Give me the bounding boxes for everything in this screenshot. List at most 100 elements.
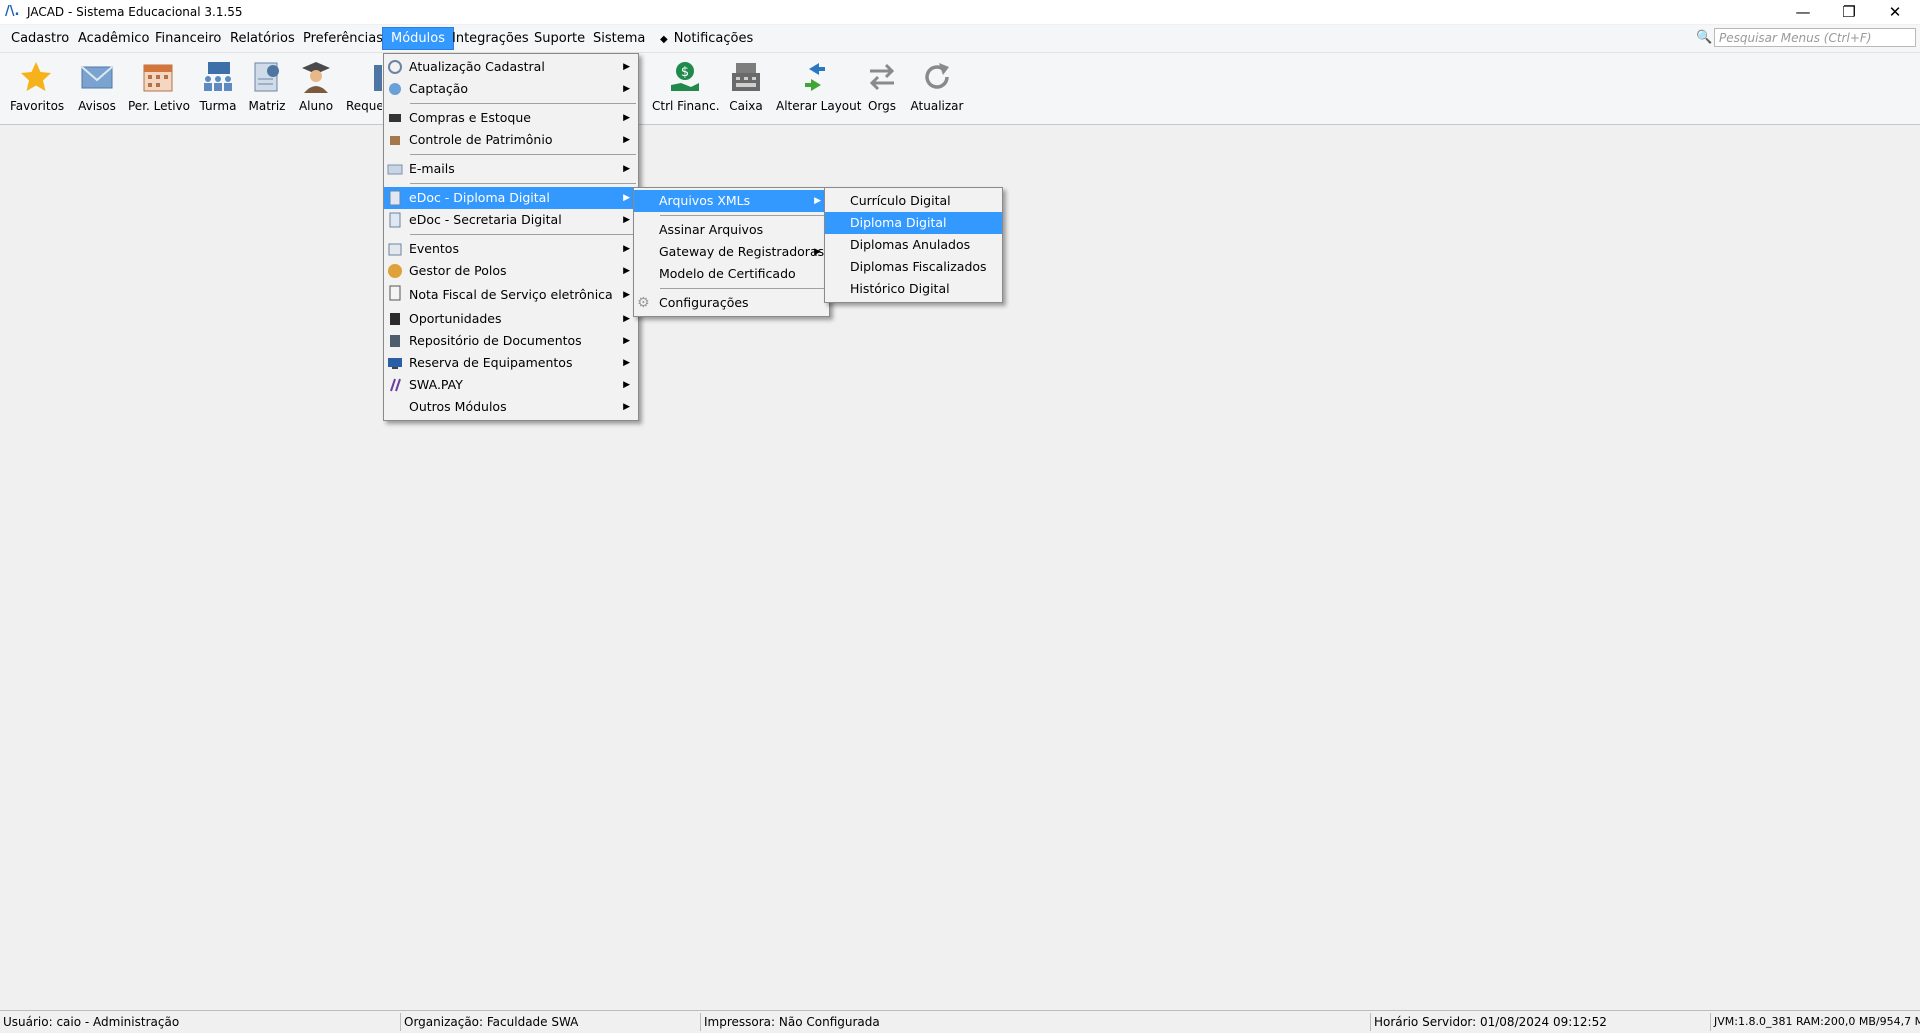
toolbar: Favoritos Avisos Per. Letivo Turma Matri… [0, 53, 1920, 125]
menu-separator [410, 154, 636, 155]
request-icon [374, 65, 382, 91]
menu-label: Diplomas Anulados [850, 237, 971, 252]
menu-compras-estoque[interactable]: Compras e Estoque ▶ [384, 107, 638, 129]
refresh-user-icon [388, 60, 402, 74]
menu-curriculo-digital[interactable]: Currículo Digital [825, 190, 1002, 212]
menu-arquivos-xmls[interactable]: Arquivos XMLs ▶ [634, 190, 829, 212]
gear-icon: ⚙ [637, 295, 650, 311]
menu-gestor-polos[interactable]: Gestor de Polos ▶ [384, 260, 638, 282]
submenu-arrow-icon: ▶ [623, 358, 630, 368]
menu-diplomas-fiscalizados[interactable]: Diplomas Fiscalizados [825, 256, 1002, 278]
menu-assinar-arquivos[interactable]: Assinar Arquivos [634, 219, 829, 241]
menu-edoc-secretaria-digital[interactable]: eDoc - Secretaria Digital ▶ [384, 209, 638, 231]
menu-atualizacao-cadastral[interactable]: Atualização Cadastral ▶ [384, 56, 638, 78]
menu-separator [660, 288, 827, 289]
menu-edoc-diploma-digital[interactable]: eDoc - Diploma Digital ▶ [384, 187, 638, 209]
ctrl-financ-button[interactable]: $ Ctrl Financ. [652, 59, 720, 121]
submenu-arrow-icon: ▶ [623, 314, 630, 324]
menu-swa-pay[interactable]: SWA.PAY ▶ [384, 374, 638, 396]
atualizar-button[interactable]: Atualizar [910, 59, 964, 121]
diploma-digital-submenu: Arquivos XMLs ▶ Assinar Arquivos Gateway … [633, 187, 830, 317]
status-bar: Usuário: caio - Administração Organizaçã… [0, 1010, 1920, 1033]
menu-preferencias[interactable]: Preferências [295, 28, 391, 49]
classroom-icon [204, 62, 232, 91]
swap-arrows-icon [805, 63, 825, 91]
submenu-arrow-icon: ▶ [623, 290, 630, 300]
menu-separator [410, 183, 636, 184]
bell-icon: ◆ [660, 34, 668, 45]
menu-financeiro[interactable]: Financeiro [147, 28, 229, 49]
menu-captacao[interactable]: Captação ▶ [384, 78, 638, 100]
requerimento-button[interactable]: Reque [346, 59, 382, 121]
menu-gateway-registradoras[interactable]: Gateway de Registradoras ▶ [634, 241, 829, 263]
menu-label: Modelo de Certificado [659, 266, 796, 281]
magnet-icon [389, 83, 401, 95]
menu-emails[interactable]: E-mails ▶ [384, 158, 638, 180]
menu-sistema[interactable]: Sistema [585, 28, 653, 49]
menu-suporte[interactable]: Suporte [526, 28, 593, 49]
menu-label: Compras e Estoque [409, 110, 531, 125]
menu-label: E-mails [409, 161, 455, 176]
maximize-button[interactable]: ❐ [1826, 0, 1872, 24]
student-icon [302, 62, 330, 93]
menu-diploma-digital[interactable]: Diploma Digital [825, 212, 1002, 234]
menu-label: Nota Fiscal de Serviço eletrônica [409, 287, 613, 302]
minimize-button[interactable]: — [1780, 0, 1826, 24]
menu-eventos[interactable]: Eventos ▶ [384, 238, 638, 260]
favoritos-label: Favoritos [10, 99, 65, 113]
per-letivo-button[interactable]: Per. Letivo [128, 59, 190, 121]
menu-reserva-equipamentos[interactable]: Reserva de Equipamentos ▶ [384, 352, 638, 374]
menu-label: Controle de Patrimônio [409, 132, 553, 147]
menu-label: Outros Módulos [409, 399, 507, 414]
menu-relatorios[interactable]: Relatórios [222, 28, 303, 49]
menu-outros-modulos[interactable]: Outros Módulos ▶ [384, 396, 638, 418]
refresh-icon [925, 63, 949, 89]
favoritos-button[interactable]: Favoritos [10, 59, 65, 121]
menu-modelo-certificado[interactable]: Modelo de Certificado [634, 263, 829, 285]
submenu-arrow-icon: ▶ [623, 244, 630, 254]
status-organizacao: Organização: Faculdade SWA [400, 1013, 701, 1031]
title-bar: /\. JACAD - Sistema Educacional 3.1.55 —… [0, 0, 1920, 24]
menu-label: SWA.PAY [409, 377, 463, 392]
menu-label: Oportunidades [409, 311, 502, 326]
arquivos-xmls-submenu: Currículo Digital Diploma Digital Diplom… [824, 187, 1003, 303]
caixa-button[interactable]: Caixa [726, 59, 766, 121]
submenu-arrow-icon: ▶ [623, 84, 630, 94]
submenu-arrow-icon: ▶ [623, 215, 630, 225]
avisos-button[interactable]: Avisos [72, 59, 122, 121]
matriz-button[interactable]: Matriz [246, 59, 288, 121]
menu-historico-digital[interactable]: Histórico Digital [825, 278, 1002, 300]
menu-nota-fiscal[interactable]: Nota Fiscal de Serviço eletrônica ▶ [384, 282, 638, 308]
menu-controle-patrimonio[interactable]: Controle de Patrimônio ▶ [384, 129, 638, 151]
menu-cadastro[interactable]: Cadastro [3, 28, 77, 49]
aluno-label: Aluno [298, 99, 334, 113]
menu-label: Reserva de Equipamentos [409, 355, 573, 370]
menu-label: eDoc - Secretaria Digital [409, 212, 562, 227]
turma-label: Turma [199, 99, 237, 113]
close-button[interactable]: ✕ [1872, 0, 1918, 24]
requerimento-label: Reque [346, 99, 382, 113]
menu-academico[interactable]: Acadêmico [70, 28, 157, 49]
menu-separator [410, 103, 636, 104]
search-menus-input[interactable]: Pesquisar Menus (Ctrl+F) [1714, 28, 1916, 47]
menu-oportunidades[interactable]: Oportunidades ▶ [384, 308, 638, 330]
menu-label: Histórico Digital [850, 281, 950, 296]
aluno-button[interactable]: Aluno [294, 59, 338, 121]
orgs-button[interactable]: Orgs [862, 59, 902, 121]
menu-notificacoes[interactable]: ◆ Notificações [652, 28, 761, 49]
menu-label: Gateway de Registradoras [659, 244, 825, 259]
menu-integracoes[interactable]: Integrações [444, 28, 537, 49]
briefcase-icon [390, 313, 400, 325]
submenu-arrow-icon: ▶ [623, 135, 630, 145]
alterar-layout-button[interactable]: Alterar Layout [776, 59, 861, 121]
submenu-arrow-icon: ▶ [623, 402, 630, 412]
turma-button[interactable]: Turma [196, 59, 240, 121]
monitor-icon [388, 358, 402, 369]
status-horario: Horário Servidor: 01/08/2024 09:12:52 [1370, 1013, 1711, 1031]
invoice-icon [389, 285, 401, 301]
menu-configuracoes[interactable]: ⚙ Configurações [634, 292, 829, 314]
menu-diplomas-anulados[interactable]: Diplomas Anulados [825, 234, 1002, 256]
ctrl-financ-label: Ctrl Financ. [652, 99, 720, 113]
menu-repositorio-documentos[interactable]: Repositório de Documentos ▶ [384, 330, 638, 352]
money-hand-icon: $ [671, 62, 699, 91]
